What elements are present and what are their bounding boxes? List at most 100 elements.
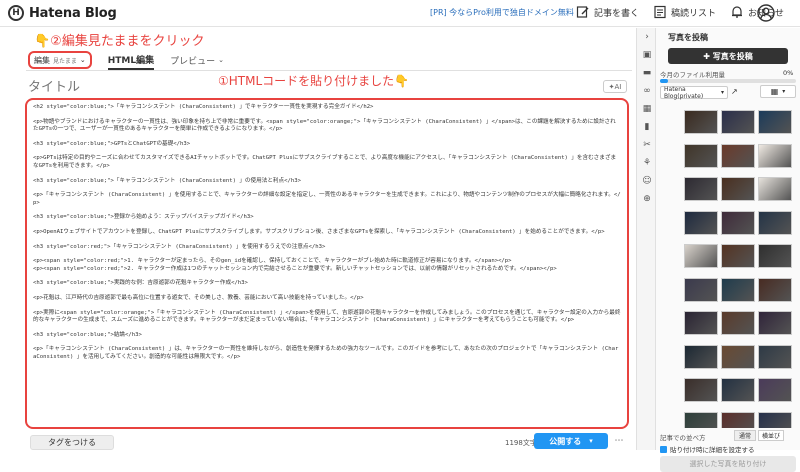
photo-thumbnail[interactable] <box>684 143 718 168</box>
code-line: <p>物語やブランドにおけるキャラクターの一貫性は、強い印象を持ち上で非常に重要… <box>33 118 616 133</box>
edit-mode-sub: 見たまま <box>53 57 77 65</box>
chevron-down-icon: ⌄ <box>218 56 224 64</box>
tab-html-edit[interactable]: HTML編集 <box>107 50 155 70</box>
code-line: <h3 style="color:blue;">登録から始めよう：ステップバイス… <box>33 214 254 221</box>
editor-bottom-bar: タグをつける 1198文字 公開する ▾ ⋯ <box>0 431 636 450</box>
photo-thumbnail[interactable] <box>721 143 755 168</box>
top-actions: 記事を書く 稿読リスト お知らせ <box>576 5 784 19</box>
photo-thumbnail[interactable] <box>684 311 718 335</box>
chevron-down-icon[interactable]: ▾ <box>589 437 593 445</box>
code-line: <h3 style="color:blue;">実践的な例：吉原遊郭の花魁キャラ… <box>33 280 248 287</box>
char-count: 1198文字 <box>505 439 537 447</box>
photo-thumbnail[interactable] <box>758 311 792 335</box>
detail-settings-checkbox[interactable]: 貼り付け時に詳細を設定する <box>660 444 755 454</box>
grid-icon: ▦ <box>770 87 779 96</box>
sort-normal-button[interactable]: 通常 <box>734 430 756 441</box>
code-line: <h3 style="color:blue;">結論</h3> <box>33 331 142 338</box>
code-line: <p><span style="color:red;">2. キャラクター作成は… <box>33 265 557 272</box>
code-line: <h3 style="color:red;">「キャラコンシステント (Char… <box>33 243 326 250</box>
promo-link[interactable]: [PR] 今ならPro利用で独自ドメイン無料 <box>430 7 574 18</box>
hatena-logo-icon: H <box>8 5 24 21</box>
photo-thumbnail[interactable] <box>684 110 718 134</box>
write-article-label: 記事を書く <box>594 8 640 19</box>
document-list-icon <box>654 5 666 19</box>
open-external-icon[interactable]: ↗ <box>731 87 738 96</box>
more-options-icon[interactable]: ⋯ <box>612 433 626 449</box>
add-tag-button[interactable]: タグをつける <box>30 435 114 450</box>
usage-bar <box>660 79 796 83</box>
grid-icon[interactable]: ▦ <box>637 100 657 118</box>
photo-thumbnail[interactable] <box>721 210 755 235</box>
photo-thumbnail[interactable] <box>684 244 718 268</box>
html-code-editor[interactable]: <h2 style="color:blue;">「キャラコンシステント (Cha… <box>25 98 629 429</box>
bell-icon <box>732 6 743 18</box>
upload-photo-button[interactable]: ✚ 写真を投稿 <box>668 48 788 64</box>
code-line: <p>「キャラコンシステント (CharaConsistent) 」を使用するこ… <box>33 192 621 206</box>
edit-icon <box>576 6 589 18</box>
photo-thumbnail[interactable] <box>758 378 792 402</box>
sort-label: 記事での並べ方 <box>660 434 706 442</box>
photo-thumbnail[interactable] <box>684 378 718 402</box>
album-select[interactable]: Hatena Blog(private) ▾ <box>660 86 728 100</box>
photo-thumbnail[interactable] <box>758 277 792 302</box>
add-icon[interactable]: ⊕ <box>637 190 657 208</box>
photo-thumbnail[interactable] <box>684 344 718 369</box>
code-line: <h3 style="color:blue;">GPTsとChatGPTの基礎<… <box>33 140 191 147</box>
code-line: <p>「キャラコンシステント (CharaConsistent) 」は、キャラク… <box>33 346 619 360</box>
publish-button[interactable]: 公開する ▾ <box>534 433 608 449</box>
photo-thumbnail[interactable] <box>758 210 792 235</box>
photo-thumbnail[interactable] <box>758 411 792 428</box>
tree-icon[interactable]: ⚘ <box>637 154 657 172</box>
annotation-html-pasted: ①HTMLコードを貼り付けました👇 <box>218 74 410 88</box>
usage-bar-fill <box>660 79 669 83</box>
drafts-list-button[interactable]: 稿読リスト <box>653 5 716 19</box>
paste-selected-photo-button[interactable]: 選択した写真を貼り付け <box>660 456 796 472</box>
photo-thumbnail[interactable] <box>721 177 755 201</box>
code-line: <p>OpenAIウェブサイトでアカウントを登録し、ChatGPT Plusにサ… <box>33 228 605 235</box>
chevron-down-icon: ▾ <box>720 89 724 96</box>
photo-thumbnail[interactable] <box>721 411 755 428</box>
user-avatar-icon[interactable] <box>757 4 775 22</box>
checkbox-checked-icon <box>660 445 667 453</box>
tab-preview[interactable]: プレビュー ⌄ <box>170 50 224 70</box>
ai-assist-button[interactable]: ✦ AI <box>603 80 627 93</box>
code-line: <p>GPTsは特定の目的やニーズに合わせてカスタマイズできるAIチャットボット… <box>33 155 617 169</box>
users-icon[interactable]: ☺ <box>637 172 657 190</box>
cut-icon[interactable]: ✂ <box>637 136 657 154</box>
code-line: <h3 style="color:blue;">「キャラコンシステント (Cha… <box>33 177 301 184</box>
photo-thumbnail[interactable] <box>721 244 755 268</box>
photo-thumbnail[interactable] <box>721 277 755 302</box>
photo-thumbnail[interactable] <box>684 411 718 428</box>
drafts-list-label: 稿読リスト <box>671 8 717 19</box>
photo-sidebar: 写真を投稿 ✚ 写真を投稿 今月のファイル利用量 0% Hatena Blog(… <box>656 28 800 472</box>
logo[interactable]: H Hatena Blog <box>8 5 117 21</box>
folder-icon[interactable]: ▬ <box>637 64 657 82</box>
photo-thumbnail[interactable] <box>721 110 755 134</box>
grid-view-toggle[interactable]: ▦ ▾ <box>760 85 796 98</box>
photo-thumbnail[interactable] <box>758 344 792 369</box>
link-icon[interactable]: ∞ <box>637 82 657 100</box>
collapse-chevron-icon[interactable]: › <box>637 28 657 46</box>
edit-mode-label: 編集 <box>34 55 50 65</box>
tab-preview-label: プレビュー <box>170 56 216 67</box>
photo-thumbnail[interactable] <box>758 143 792 168</box>
photo-thumbnail[interactable] <box>758 244 792 268</box>
write-article-button[interactable]: 記事を書く <box>576 5 639 19</box>
usage-value: 0% <box>783 69 794 77</box>
code-line: <h2 style="color:blue;">「キャラコンシステント (Cha… <box>33 104 374 110</box>
bookmark-icon[interactable]: ▮ <box>637 118 657 136</box>
photo-thumbnail[interactable] <box>721 344 755 369</box>
sort-horizontal-button[interactable]: 横並び <box>758 430 784 441</box>
photo-icon[interactable]: ▣ <box>637 46 657 64</box>
chevron-down-icon: ⌄ <box>79 56 86 64</box>
photo-thumbnail[interactable] <box>684 277 718 302</box>
edit-mode-select[interactable]: 編集 見たまま ⌄ <box>28 51 92 69</box>
photo-thumbnail[interactable] <box>758 110 792 134</box>
detail-settings-label: 貼り付け時に詳細を設定する <box>670 446 755 454</box>
photo-thumbnail[interactable] <box>721 378 755 402</box>
photo-thumbnail[interactable] <box>721 311 755 335</box>
photo-thumbnail[interactable] <box>758 177 792 201</box>
code-line: <p>実際に<span style="color:orange;">「キャラコン… <box>33 309 621 324</box>
photo-thumbnail[interactable] <box>684 210 718 235</box>
photo-thumbnail[interactable] <box>684 177 718 201</box>
